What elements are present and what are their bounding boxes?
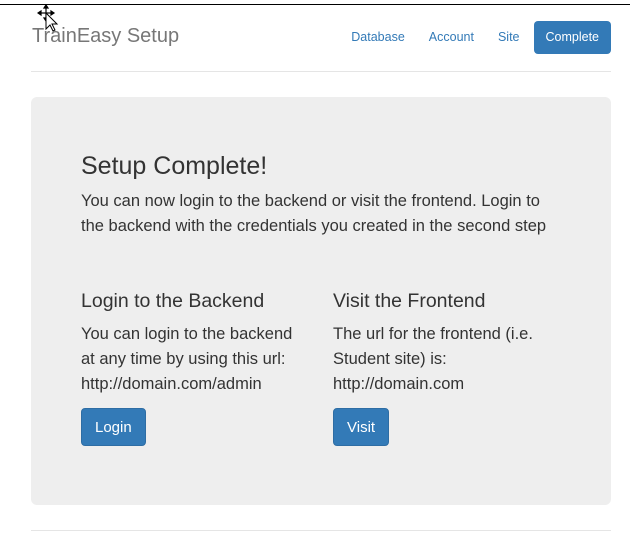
nav-account[interactable]: Account	[417, 21, 486, 54]
setup-steps-nav: Database Account Site Complete	[339, 21, 611, 54]
header-divider	[31, 71, 611, 72]
visit-button[interactable]: Visit	[333, 408, 390, 446]
backend-url: http://domain.com/admin	[81, 375, 262, 393]
frontend-section: Visit the Frontend The url for the front…	[333, 290, 573, 446]
nav-site[interactable]: Site	[486, 21, 532, 54]
nav-database[interactable]: Database	[339, 21, 417, 54]
backend-line-2: at any time by using this url:	[81, 350, 286, 368]
login-button[interactable]: Login	[81, 408, 146, 446]
site-header: TrainEasy Setup Database Account Site Co…	[31, 20, 611, 56]
frontend-heading: Visit the Frontend	[333, 290, 486, 312]
page-title: Setup Complete!	[81, 152, 268, 180]
frontend-line-1: The url for the frontend (i.e.	[333, 325, 533, 343]
nav-complete[interactable]: Complete	[533, 21, 611, 54]
setup-complete-panel: Setup Complete! You can now login to the…	[31, 97, 611, 505]
frontend-line-2: Student site) is:	[333, 350, 447, 368]
lead-text: You can now login to the backend or visi…	[81, 192, 547, 235]
window-top-border	[0, 4, 630, 5]
footer-divider	[31, 530, 611, 531]
frontend-url: http://domain.com	[333, 375, 465, 393]
backend-line-1: You can login to the backend	[81, 325, 293, 343]
backend-section: Login to the Backend You can login to th…	[81, 290, 321, 446]
backend-description: You can login to the backend at any time…	[81, 322, 321, 397]
brand-title: TrainEasy Setup	[32, 25, 180, 47]
backend-heading: Login to the Backend	[81, 290, 265, 312]
frontend-description: The url for the frontend (i.e. Student s…	[333, 322, 573, 397]
